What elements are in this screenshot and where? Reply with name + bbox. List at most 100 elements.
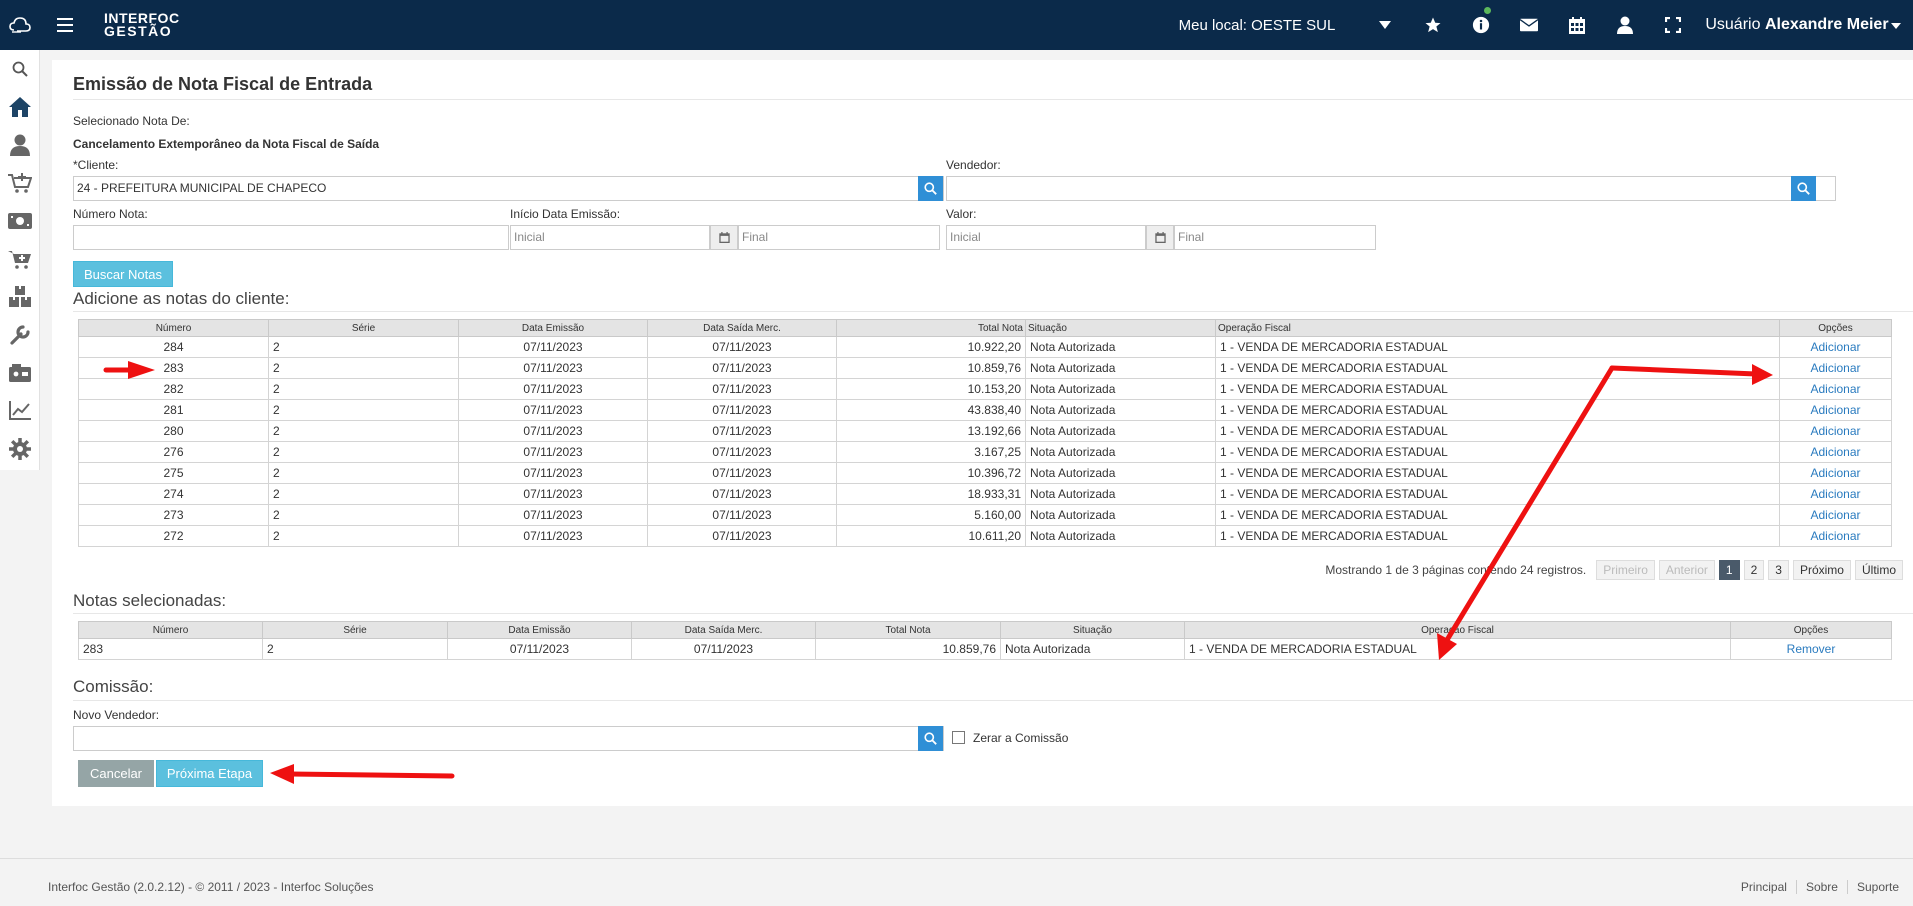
next-page-button[interactable]: Próximo: [1792, 560, 1851, 580]
adicionar-link[interactable]: Adicionar: [1810, 340, 1860, 354]
cell-opcoes: Adicionar: [1779, 420, 1892, 442]
adicionar-link[interactable]: Adicionar: [1810, 508, 1860, 522]
menu-toggle-icon[interactable]: [40, 0, 90, 50]
remover-link[interactable]: Remover: [1787, 642, 1836, 656]
pagination-info: Mostrando 1 de 3 páginas contendo 24 reg…: [1325, 563, 1587, 577]
user-profile-icon[interactable]: [1601, 0, 1649, 50]
section-divider: [73, 311, 1913, 312]
page-2-button[interactable]: 2: [1743, 560, 1765, 580]
col-header[interactable]: Operação Fiscal: [1184, 621, 1731, 639]
zerar-comissao-checkbox[interactable]: [952, 731, 965, 744]
cell-total: 43.838,40: [836, 399, 1026, 421]
col-header[interactable]: Série: [262, 621, 448, 639]
search-icon[interactable]: [0, 50, 40, 88]
gear-icon[interactable]: [0, 430, 40, 468]
user-menu[interactable]: Usuário Alexandre Meier: [1705, 16, 1901, 34]
wrench-icon[interactable]: [0, 316, 40, 354]
mail-icon[interactable]: [1505, 0, 1553, 50]
col-header[interactable]: Número: [78, 621, 263, 639]
fullscreen-icon[interactable]: [1649, 0, 1697, 50]
new-seller-input[interactable]: [73, 726, 944, 751]
selected-section-title: Notas selecionadas:: [73, 591, 227, 610]
new-seller-search-button[interactable]: [918, 726, 943, 751]
cell-serie: 2: [268, 399, 459, 421]
cancel-button[interactable]: Cancelar: [78, 760, 154, 787]
adicionar-link[interactable]: Adicionar: [1810, 382, 1860, 396]
data-inicial-input[interactable]: Inicial: [510, 225, 710, 250]
footer-link-suporte[interactable]: Suporte: [1846, 880, 1908, 894]
search-icon: [924, 732, 937, 745]
cell-opcoes: Adicionar: [1779, 462, 1892, 484]
cash-register-icon[interactable]: [0, 354, 40, 392]
last-page-button[interactable]: Último: [1854, 560, 1903, 580]
cell-serie: 2: [268, 336, 459, 358]
adicionar-link[interactable]: Adicionar: [1810, 529, 1860, 543]
table-header-row: Número Série Data Emissão Data Saída Mer…: [78, 319, 1892, 337]
next-step-button[interactable]: Próxima Etapa: [156, 760, 263, 787]
cell-saida: 07/11/2023: [631, 638, 816, 660]
user-icon[interactable]: [0, 126, 40, 164]
col-header[interactable]: Número: [78, 319, 269, 337]
numero-input[interactable]: [73, 225, 509, 250]
adicionar-link[interactable]: Adicionar: [1810, 466, 1860, 480]
adicionar-link[interactable]: Adicionar: [1810, 445, 1860, 459]
col-header[interactable]: Data Emissão: [447, 621, 632, 639]
data-final-input[interactable]: Final: [738, 225, 940, 250]
boxes-icon[interactable]: [0, 278, 40, 316]
brand-logo[interactable]: INTERFOC GESTÃO: [104, 11, 180, 38]
col-header[interactable]: Operação Fiscal: [1215, 319, 1780, 337]
col-header[interactable]: Opções: [1779, 319, 1892, 337]
col-header[interactable]: Data Emissão: [458, 319, 648, 337]
cliente-input[interactable]: 24 - PREFEITURA MUNICIPAL DE CHAPECO: [73, 176, 944, 201]
buscar-notas-button[interactable]: Buscar Notas: [73, 261, 173, 287]
valor-final-input[interactable]: Final: [1174, 225, 1376, 250]
table-row: 274 2 07/11/2023 07/11/2023 18.933,31 Nota Au…: [78, 483, 1892, 505]
col-header[interactable]: Opções: [1730, 621, 1892, 639]
cell-opcoes: Adicionar: [1779, 525, 1892, 547]
calendar-icon[interactable]: [1146, 225, 1174, 250]
adicionar-link[interactable]: Adicionar: [1810, 487, 1860, 501]
cell-saida: 07/11/2023: [647, 336, 837, 358]
prev-page-button[interactable]: Anterior: [1658, 560, 1715, 580]
calendar-icon[interactable]: [710, 225, 738, 250]
cell-serie: 2: [268, 483, 459, 505]
star-icon[interactable]: [1409, 0, 1457, 50]
cell-emissao: 07/11/2023: [458, 399, 648, 421]
cell-operacao: 1 - VENDA DE MERCADORIA ESTADUAL: [1215, 441, 1780, 463]
cloud-logo-icon[interactable]: [0, 0, 40, 50]
cliente-search-button[interactable]: [918, 176, 943, 201]
cell-opcoes: Adicionar: [1779, 504, 1892, 526]
chart-icon[interactable]: [0, 392, 40, 430]
vendedor-input[interactable]: [946, 176, 1836, 201]
cart-add-icon[interactable]: [0, 164, 40, 202]
col-header[interactable]: Data Saída Merc.: [647, 319, 837, 337]
cell-numero: 280: [78, 420, 269, 442]
col-header[interactable]: Situação: [1000, 621, 1185, 639]
footer-link-sobre[interactable]: Sobre: [1795, 880, 1847, 894]
money-icon[interactable]: [0, 202, 40, 240]
cell-emissao: 07/11/2023: [458, 483, 648, 505]
page-1-button[interactable]: 1: [1718, 560, 1740, 580]
vendedor-search-button[interactable]: [1791, 176, 1816, 201]
adicionar-link[interactable]: Adicionar: [1810, 361, 1860, 375]
info-icon[interactable]: [1457, 0, 1505, 50]
col-header[interactable]: Situação: [1025, 319, 1216, 337]
chevron-down-icon[interactable]: [1361, 0, 1409, 50]
home-icon[interactable]: [0, 88, 40, 126]
col-header[interactable]: Data Saída Merc.: [631, 621, 816, 639]
first-page-button[interactable]: Primeiro: [1596, 560, 1655, 580]
calendar-icon[interactable]: [1553, 0, 1601, 50]
cart-plus-icon[interactable]: [0, 240, 40, 278]
col-header[interactable]: Total Nota: [815, 621, 1001, 639]
adicionar-link[interactable]: Adicionar: [1810, 403, 1860, 417]
col-header[interactable]: Total Nota: [836, 319, 1026, 337]
user-name: Alexandre Meier: [1764, 16, 1889, 33]
page-3-button[interactable]: 3: [1768, 560, 1789, 580]
valor-inicial-input[interactable]: Inicial: [946, 225, 1146, 250]
footer-link-principal[interactable]: Principal: [1732, 880, 1796, 894]
caret-down-icon: [1891, 23, 1901, 29]
adicionar-link[interactable]: Adicionar: [1810, 424, 1860, 438]
cell-opcoes: Adicionar: [1779, 399, 1892, 421]
col-header[interactable]: Série: [268, 319, 459, 337]
table-row: 281 2 07/11/2023 07/11/2023 43.838,40 Nota Au…: [78, 399, 1892, 421]
